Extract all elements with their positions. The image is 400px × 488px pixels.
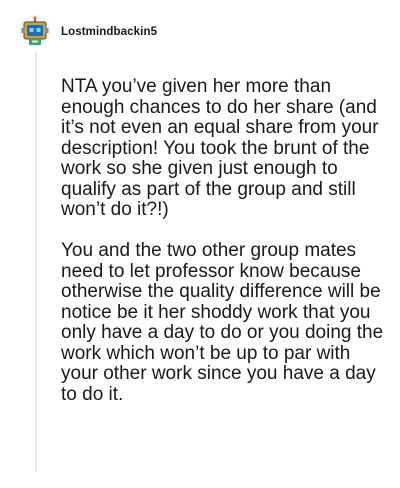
robot-avatar-icon: [21, 16, 49, 45]
thread-collapse-line[interactable]: [35, 52, 37, 472]
user-avatar[interactable]: [19, 15, 51, 47]
comment-author[interactable]: Lostmindbackin5: [61, 26, 157, 38]
comment-paragraph: You and the two other group mates need t…: [61, 240, 384, 405]
comment-body: NTA you’ve given her more than enough ch…: [61, 76, 391, 405]
comment-card: Lostmindbackin5 NTA you’ve given her mor…: [0, 0, 400, 488]
comment-paragraph: NTA you’ve given her more than enough ch…: [61, 76, 379, 220]
